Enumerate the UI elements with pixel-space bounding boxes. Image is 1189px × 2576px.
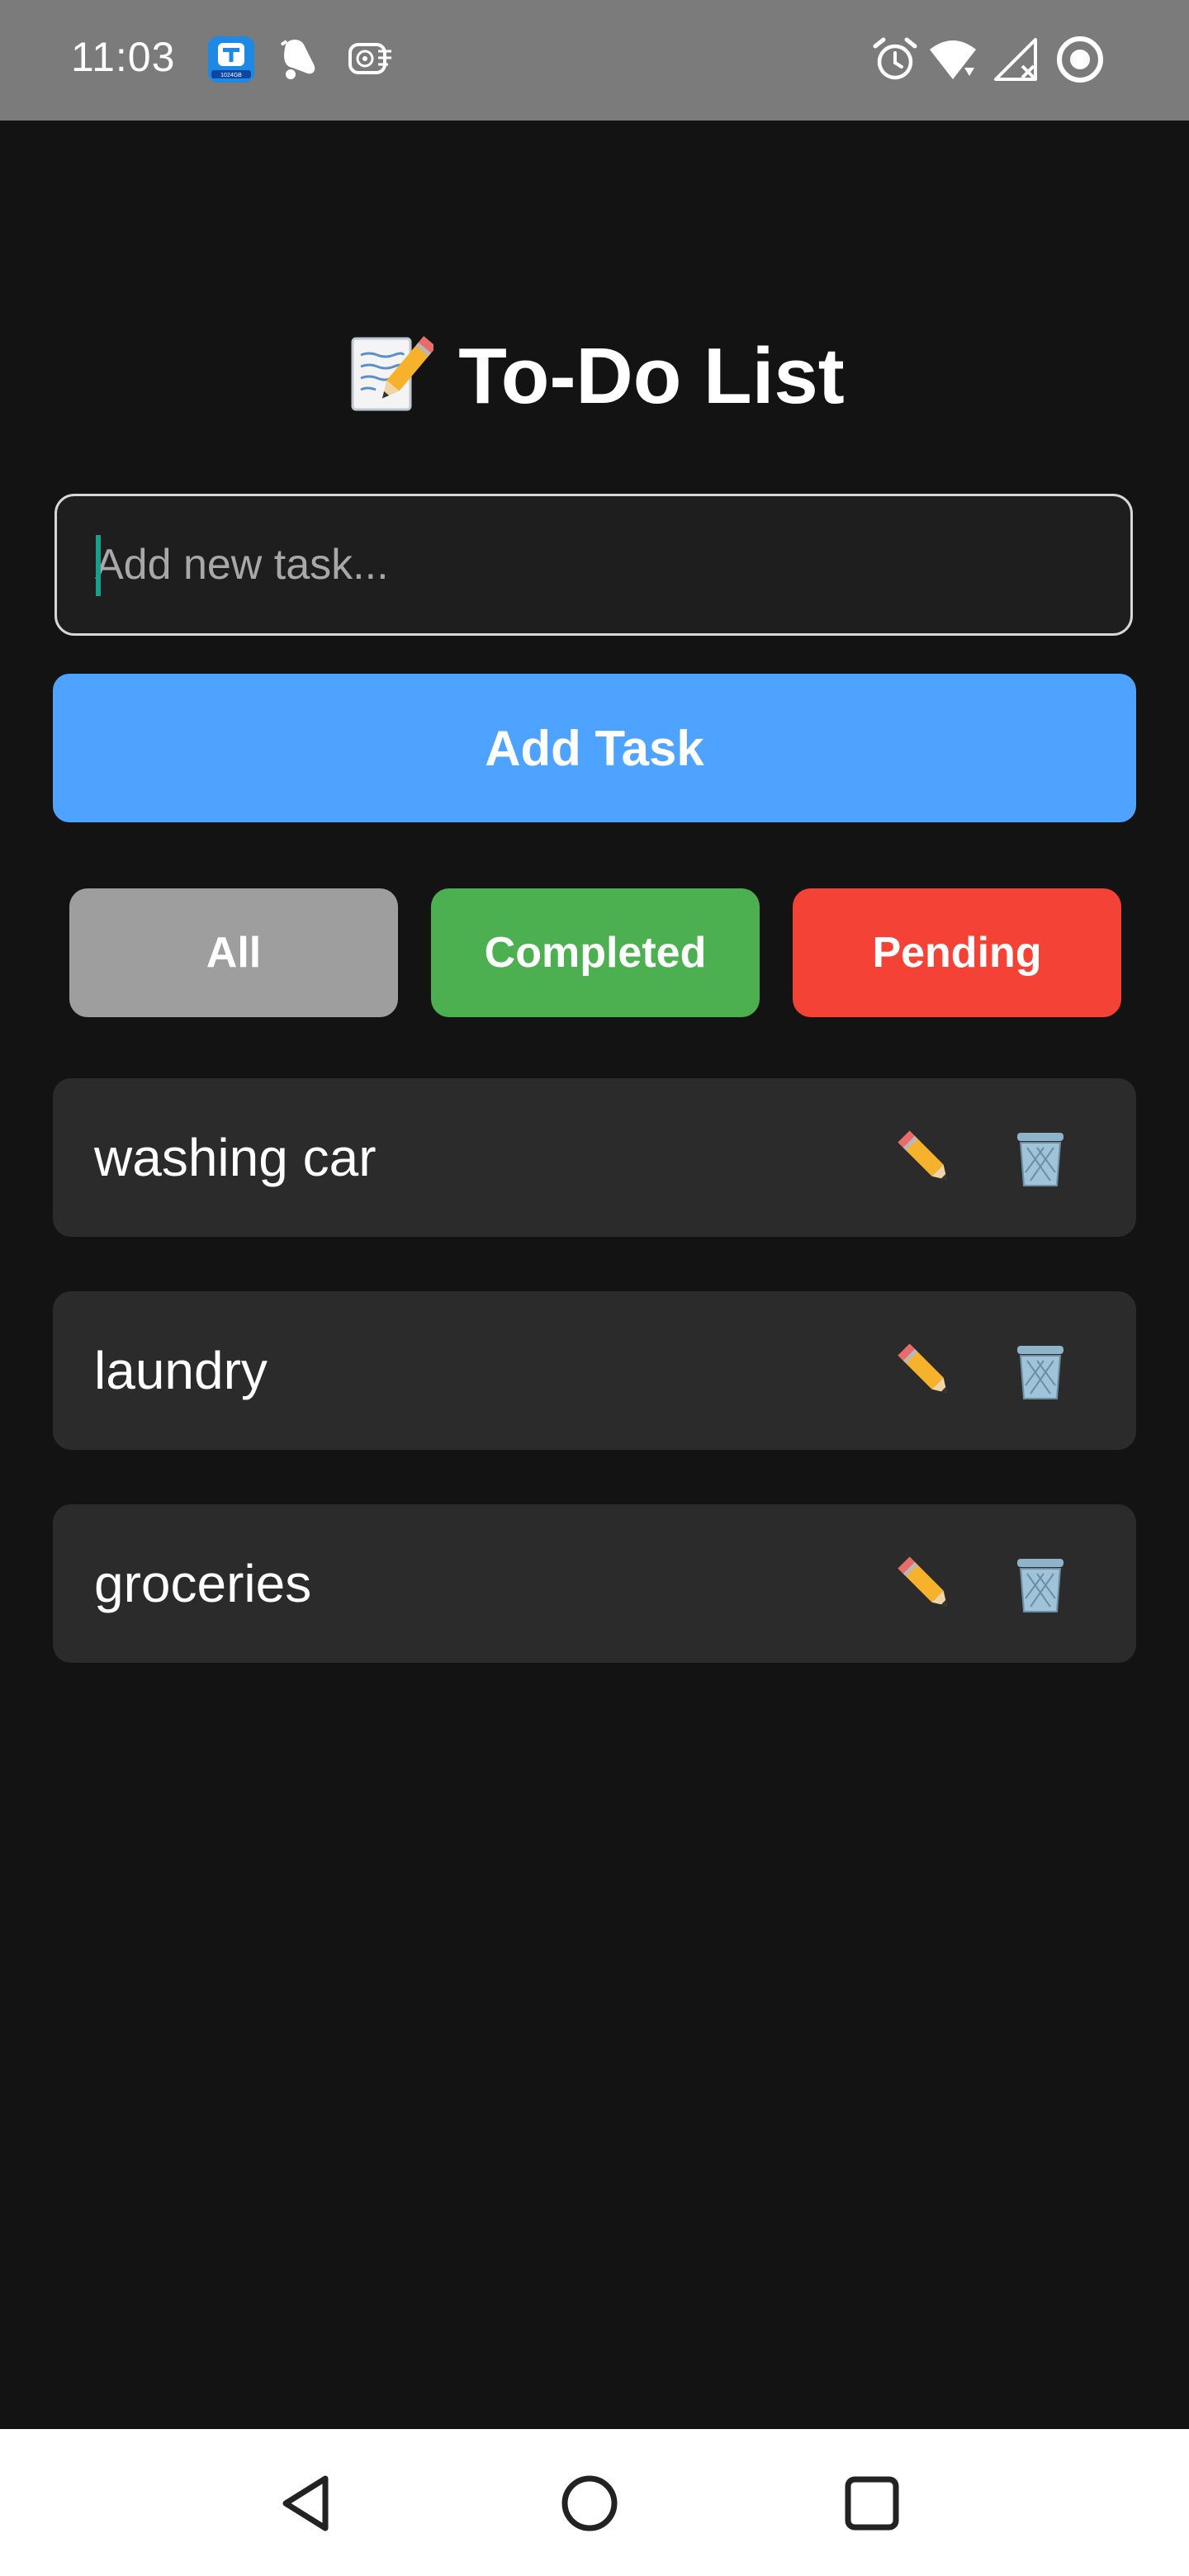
add-task-button[interactable]: Add Task — [53, 674, 1136, 822]
filter-pending-button[interactable]: Pending — [793, 888, 1121, 1017]
home-icon[interactable] — [558, 2472, 621, 2535]
status-time: 11:03 — [71, 34, 176, 80]
app-badge-text: 1024GB — [220, 73, 242, 78]
alarm-icon — [873, 37, 917, 80]
trash-delete-icon[interactable] — [1007, 1338, 1073, 1404]
filter-completed-button[interactable]: Completed — [431, 888, 760, 1017]
task-item[interactable]: laundry — [53, 1291, 1136, 1450]
status-bar: 11:03 1024GB — [0, 0, 1189, 121]
task-text: washing car — [94, 1128, 377, 1187]
task-text: groceries — [94, 1554, 312, 1613]
memo-pencil-icon — [351, 336, 434, 411]
task-text: laundry — [94, 1341, 268, 1400]
recents-icon[interactable] — [841, 2472, 903, 2535]
text-cursor — [96, 535, 101, 596]
page-title: To-Do List — [0, 327, 1189, 426]
task-item[interactable]: washing car — [53, 1078, 1136, 1237]
navigation-bar — [0, 2429, 1189, 2576]
filter-all-button[interactable]: All — [69, 888, 398, 1017]
fan-icon — [348, 43, 391, 74]
pencil-edit-icon[interactable] — [892, 1551, 958, 1617]
notification-bell-icon — [281, 40, 315, 79]
wifi-icon — [930, 40, 976, 79]
pencil-edit-icon[interactable] — [892, 1338, 958, 1404]
page-title-text: To-Do List — [458, 332, 845, 420]
task-item[interactable]: groceries — [53, 1504, 1136, 1663]
storage-app-icon: 1024GB — [208, 36, 254, 83]
trash-delete-icon[interactable] — [1007, 1125, 1073, 1191]
new-task-input[interactable] — [54, 494, 1133, 636]
back-icon[interactable] — [274, 2472, 337, 2535]
screen-record-icon — [1057, 36, 1103, 83]
pencil-edit-icon[interactable] — [892, 1125, 958, 1191]
signal-off-icon — [994, 38, 1037, 81]
trash-delete-icon[interactable] — [1007, 1551, 1073, 1617]
